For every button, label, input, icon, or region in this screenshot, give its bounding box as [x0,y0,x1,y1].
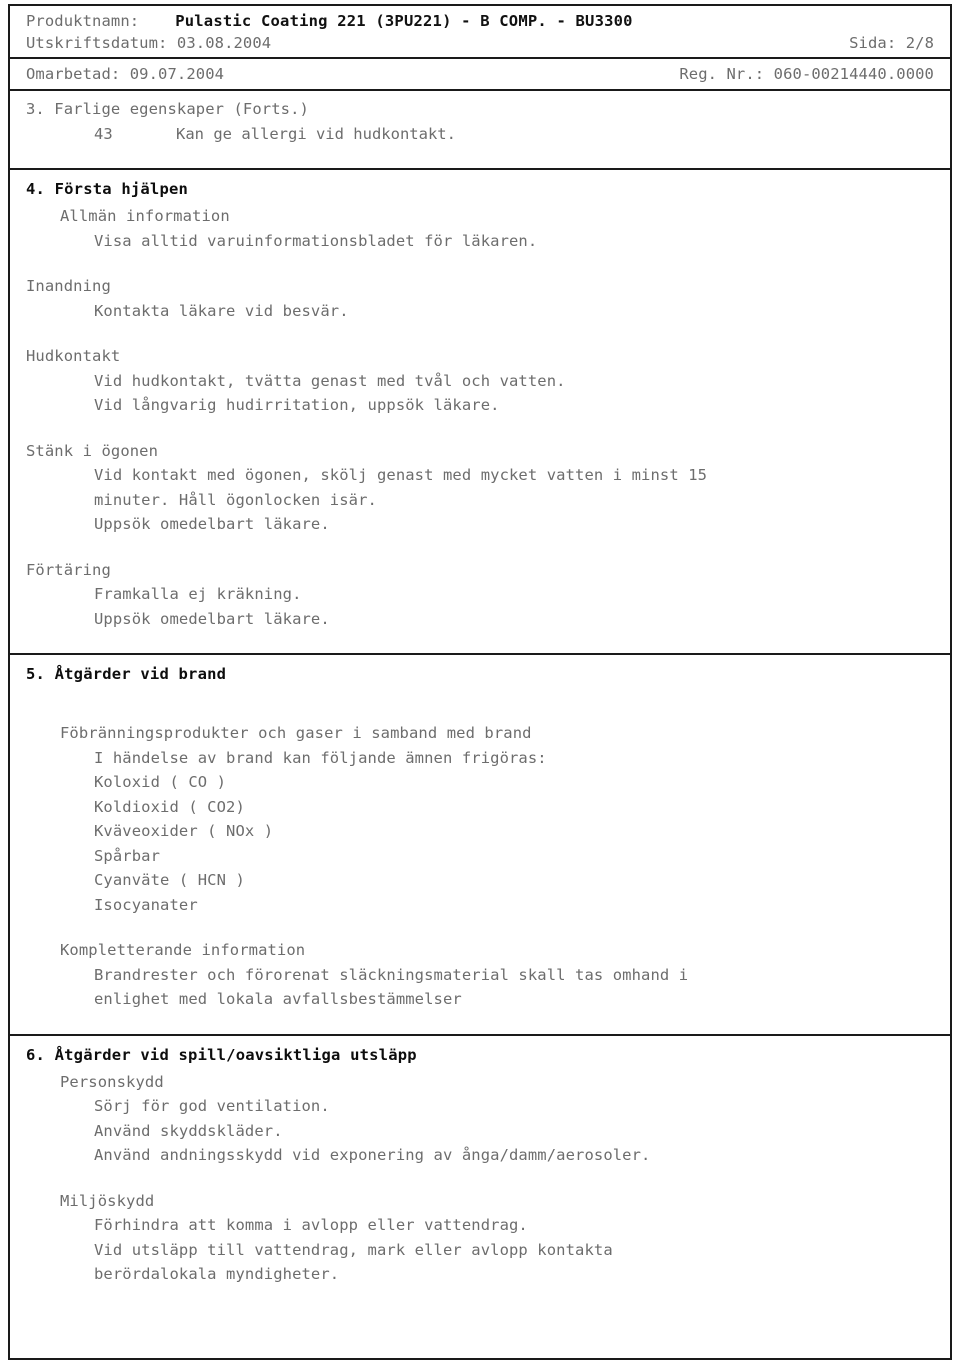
eye-contact-line-2: minuter. Håll ögonlocken isär. [94,490,377,509]
risk-phrase-code: 43 [94,124,113,143]
section-6-title: 6. Åtgärder vid spill/oavsiktliga utsläp… [26,1045,417,1064]
section-4-first-aid: 4. Första hjälpen Allmän information Vis… [10,168,950,653]
product-name-label: Produktnamn: [26,12,140,30]
skin-contact-line-2: Vid långvarig hudirritation, uppsök läka… [94,396,500,414]
ingestion-heading: Förtäring [26,560,111,579]
eye-contact-line-1: Vid kontakt med ögonen, skölj genast med… [94,466,708,484]
risk-phrase-text: Kan ge allergi vid hudkontakt. [176,124,456,143]
ingestion-line-2: Uppsök omedelbart läkare. [94,609,330,628]
section-5-fire-measures: 5. Åtgärder vid brand Föbränningsprodukt… [10,653,950,1034]
personal-protection-line-1: Sörj för god ventilation. [94,1097,330,1115]
document-header: Produktnamn: Pulastic Coating 221 (3PU22… [10,6,950,59]
skin-contact-heading: Hudkontakt [26,347,121,365]
eye-contact-line-3: Uppsök omedelbart läkare. [94,515,330,533]
print-date-row: Utskriftsdatum: 03.08.2004 Sida: 2/8 [10,32,950,54]
section-6-accidental-release: 6. Åtgärder vid spill/oavsiktliga utsläp… [10,1033,950,1287]
additional-info-heading: Kompletterande information [60,941,306,959]
combustion-substance: Koloxid ( CO ) [94,773,227,791]
page-number-label: Sida: 2/8 [849,34,934,52]
product-name-value: Pulastic Coating 221 (3PU221) - B COMP. … [175,12,633,30]
combustion-substance: Spårbar [94,846,161,865]
environment-protection-heading: Miljöskydd [60,1191,155,1210]
additional-info-line-1: Brandrester och förorenat släckningsmate… [94,965,689,984]
print-date-label: Utskriftsdatum: 03.08.2004 [26,34,272,52]
general-info-line: Visa alltid varuinformationsbladet för l… [94,231,538,250]
inhalation-line: Kontakta läkare vid besvär. [94,301,349,320]
general-info-heading: Allmän information [60,207,230,225]
combustion-substance: Isocyanater [94,895,198,914]
combustion-substance: Koldioxid ( CO2) [94,797,245,816]
section-5-title: 5. Åtgärder vid brand [26,665,227,683]
personal-protection-line-3: Använd andningsskydd vid exponering av å… [94,1146,651,1164]
environment-protection-line-1: Förhindra att komma i avlopp eller vatte… [94,1216,528,1234]
inhalation-heading: Inandning [26,277,111,295]
product-name-row: Produktnamn: Pulastic Coating 221 (3PU22… [10,10,950,32]
risk-phrase-row: 43 Kan ge allergi vid hudkontakt. [26,122,934,147]
ingestion-line-1: Framkalla ej kräkning. [94,585,302,603]
skin-contact-line-1: Vid hudkontakt, tvätta genast med tvål o… [94,371,566,390]
environment-protection-line-3: berördalokala myndigheter. [94,1265,340,1283]
additional-info-line-2: enlighet med lokala avfallsbestämmelser [94,990,462,1008]
document-subheader: Omarbetad: 09.07.2004 Reg. Nr.: 060-0021… [10,59,950,91]
combustion-products-heading: Föbränningsprodukter och gaser i samband… [60,724,532,742]
section-3-title: 3. Farlige egenskaper (Forts.) [26,100,309,118]
combustion-substance: Kväveoxider ( NOx ) [94,822,274,840]
section-4-title: 4. Första hjälpen [26,180,189,198]
environment-protection-line-2: Vid utsläpp till vattendrag, mark eller … [94,1240,613,1259]
registration-number-label: Reg. Nr.: 060-00214440.0000 [679,65,934,83]
combustion-substance: Cyanväte ( HCN ) [94,871,245,889]
personal-protection-heading: Personskydd [60,1072,164,1091]
combustion-products-intro: I händelse av brand kan följande ämnen f… [94,748,547,767]
section-3-hazards: 3. Farlige egenskaper (Forts.) 43 Kan ge… [10,91,950,168]
personal-protection-line-2: Använd skyddskläder. [94,1121,283,1140]
document-page: Produktnamn: Pulastic Coating 221 (3PU22… [8,4,952,1360]
eye-contact-heading: Stänk i ögonen [26,441,159,460]
revision-date-label: Omarbetad: 09.07.2004 [26,65,225,83]
revision-row: Omarbetad: 09.07.2004 Reg. Nr.: 060-0021… [10,63,950,85]
